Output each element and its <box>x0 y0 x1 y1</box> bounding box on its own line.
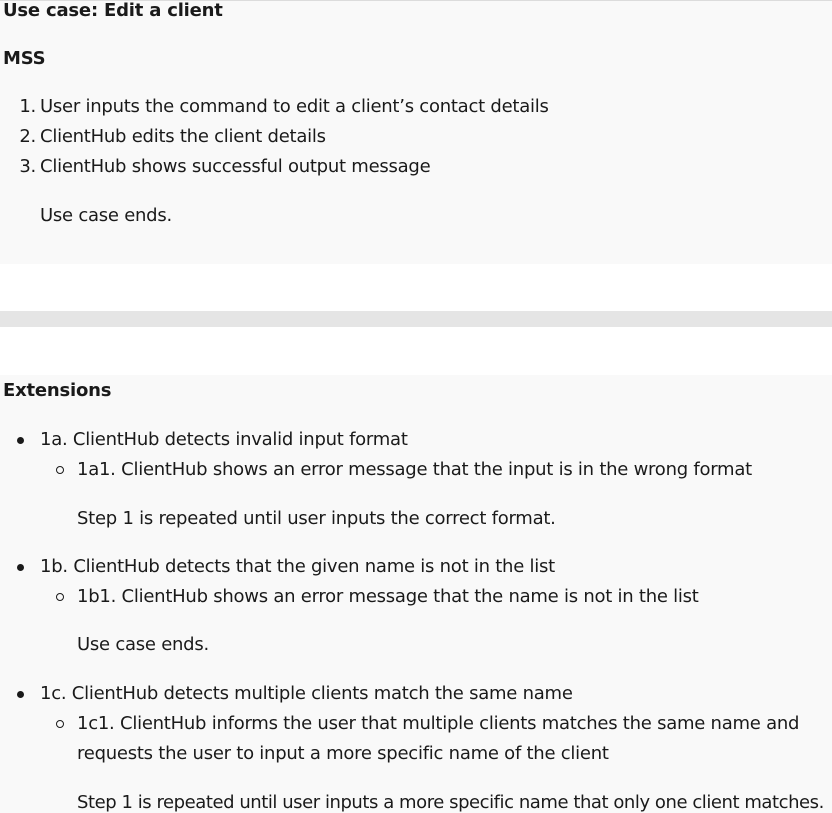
extension-label: 1c. ClientHub detects multiple clients m… <box>40 683 573 704</box>
extension-label: 1a. ClientHub detects invalid input form… <box>40 429 408 450</box>
bullet-icon <box>17 564 24 571</box>
step-number: 1. <box>19 96 36 117</box>
step-text: User inputs the command to edit a client… <box>40 96 549 117</box>
extension-label: 1b. ClientHub detects that the given nam… <box>40 556 555 577</box>
step-text: ClientHub edits the client details <box>40 126 326 147</box>
extension-note: Step 1 is repeated until user inputs a m… <box>77 792 824 813</box>
bullet-icon <box>17 691 24 698</box>
extension-sub-step: 1c1. ClientHub informs the user that mul… <box>77 713 800 734</box>
bullet-icon <box>17 437 24 444</box>
step-number: 2. <box>19 126 36 147</box>
use-case-title: Use case: Edit a client <box>3 0 223 21</box>
extension-note: Step 1 is repeated until user inputs the… <box>77 508 556 529</box>
step-text: ClientHub shows successful output messag… <box>40 156 431 177</box>
extensions-heading: Extensions <box>3 380 112 401</box>
circle-bullet-icon <box>56 466 64 474</box>
mss-end-note: Use case ends. <box>40 205 172 226</box>
extension-sub-step-continuation: requests the user to input a more specif… <box>77 743 609 764</box>
mss-heading: MSS <box>3 48 46 69</box>
section-divider <box>0 311 832 327</box>
extension-sub-step: 1b1. ClientHub shows an error message th… <box>77 586 699 607</box>
step-number: 3. <box>19 156 36 177</box>
circle-bullet-icon <box>56 720 64 728</box>
extension-sub-step: 1a1. ClientHub shows an error message th… <box>77 459 752 480</box>
extension-note: Use case ends. <box>77 634 209 655</box>
circle-bullet-icon <box>56 593 64 601</box>
